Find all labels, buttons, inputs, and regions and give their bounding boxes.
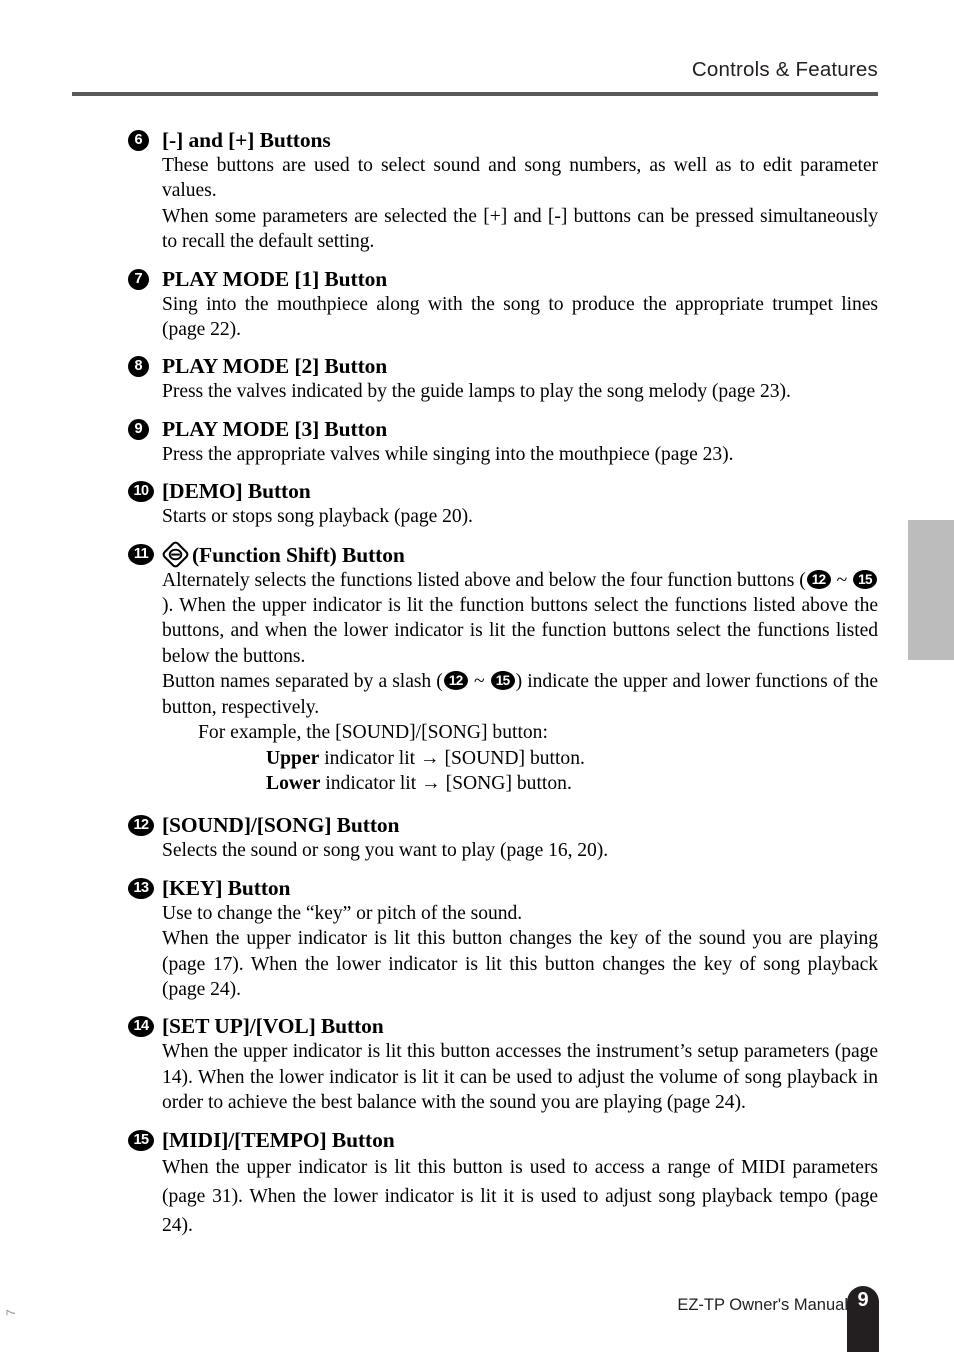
entry-body: Selects the sound or song you want to pl… <box>128 838 878 863</box>
entry-title: [DEMO] Button <box>162 479 311 504</box>
entry-play-mode-1: 7 PLAY MODE [1] Button Sing into the mou… <box>128 266 878 343</box>
entry-body: Starts or stops song playback (page 20). <box>128 504 878 529</box>
entry-title: (Function Shift) Button <box>192 542 405 567</box>
entry-heading: 14 [SET UP]/[VOL] Button <box>128 1013 878 1039</box>
entry-heading: 15 [MIDI]/[TEMPO] Button <box>128 1127 878 1153</box>
entry-paragraph: Starts or stops song playback (page 20). <box>162 506 473 528</box>
inline-number-badge: 15 <box>853 569 877 589</box>
example-lower-text: indicator lit → [SONG] button. <box>320 772 572 794</box>
entry-title: [MIDI]/[TEMPO] Button <box>162 1127 395 1152</box>
entry-body: Press the appropriate valves while singi… <box>128 442 878 467</box>
entry-paragraph: These buttons are used to select sound a… <box>162 155 878 202</box>
para-text: ~ <box>831 569 852 591</box>
entry-play-mode-3: 9 PLAY MODE [3] Button Press the appropr… <box>128 416 878 467</box>
entry-demo-button: 10 [DEMO] Button Starts or stops song pl… <box>128 478 878 529</box>
example-lower-label: Lower <box>266 772 321 794</box>
entry-paragraph: Press the appropriate valves while singi… <box>162 443 734 465</box>
inline-number-badge: 12 <box>806 569 831 589</box>
entry-paragraph: When the upper indicator is lit this but… <box>162 1041 878 1114</box>
item-number-badge: 14 <box>128 1015 154 1041</box>
entry-body: Use to change the “key” or pitch of the … <box>128 901 878 1003</box>
entry-setup-vol-button: 14 [SET UP]/[VOL] Button When the upper … <box>128 1013 878 1115</box>
page-number-tab: 9 <box>847 1286 879 1352</box>
entry-play-mode-2: 8 PLAY MODE [2] Button Press the valves … <box>128 353 878 404</box>
item-number-badge: 13 <box>128 877 154 903</box>
page-number: 9 <box>857 1289 869 1311</box>
entry-paragraph: Press the valves indicated by the guide … <box>162 381 791 403</box>
page-header: Controls & Features <box>72 58 878 82</box>
header-rule <box>72 92 878 96</box>
item-number-badge: 12 <box>128 814 154 840</box>
inline-number-badge: 12 <box>443 671 468 691</box>
example-upper-line: Upper indicator lit → [SOUND] button. <box>162 746 878 771</box>
entry-sound-song-button: 12 [SOUND]/[SONG] Button Selects the sou… <box>128 812 878 863</box>
para-text: ~ <box>468 671 490 693</box>
entry-paragraph: Use to change the “key” or pitch of the … <box>162 902 523 924</box>
entry-heading: 9 PLAY MODE [3] Button <box>128 416 878 442</box>
item-number-badge: 8 <box>128 355 149 381</box>
example-lower-line: Lower indicator lit → [SONG] button. <box>162 771 878 796</box>
entry-body: Sing into the mouthpiece along with the … <box>128 292 878 343</box>
page-content: 6 [-] and [+] Buttons These buttons are … <box>128 127 878 1251</box>
item-number-badge: 9 <box>128 418 149 444</box>
entry-title: [KEY] Button <box>162 875 291 900</box>
header-title: Controls & Features <box>691 58 878 81</box>
para-text: Alternately selects the functions listed… <box>162 569 806 591</box>
entry-heading: 13 [KEY] Button <box>128 875 878 901</box>
example-intro: For example, the [SOUND]/[SONG] button: <box>198 722 548 744</box>
item-number-badge: 7 <box>128 268 149 294</box>
item-number-badge: 6 <box>128 129 149 155</box>
entry-body: Press the valves indicated by the guide … <box>128 379 878 404</box>
para-text: ). When the upper indicator is lit the f… <box>162 595 878 667</box>
entry-minus-plus-buttons: 6 [-] and [+] Buttons These buttons are … <box>128 127 878 255</box>
entry-title: PLAY MODE [2] Button <box>162 354 388 379</box>
inline-number-badge: 15 <box>490 671 515 691</box>
entry-paragraph: Button names separated by a slash (12 ~ … <box>162 669 878 720</box>
section-thumb-tab <box>908 520 954 660</box>
item-number-badge: 11 <box>128 543 154 569</box>
entry-body: When the upper indicator is lit this but… <box>128 1153 878 1240</box>
entry-title: [-] and [+] Buttons <box>162 128 331 152</box>
example-upper-text: indicator lit → [SOUND] button. <box>319 747 585 769</box>
function-shift-example-block: For example, the [SOUND]/[SONG] button: … <box>128 720 878 796</box>
entry-heading: 12 [SOUND]/[SONG] Button <box>128 812 878 838</box>
entry-paragraph: Sing into the mouthpiece along with the … <box>162 293 878 341</box>
entry-body: These buttons are used to select sound a… <box>128 153 878 255</box>
entry-body: Alternately selects the functions listed… <box>128 568 878 720</box>
manual-page: Controls & Features 6 [-] and [+] Button… <box>0 0 954 1352</box>
entry-heading: 10 [DEMO] Button <box>128 478 878 504</box>
entry-function-shift-button: 11 (Function Shift) Button Alternately s… <box>128 541 878 797</box>
page-footer: EZ-TP Owner's Manual 9 <box>0 1286 954 1352</box>
entry-midi-tempo-button: 15 [MIDI]/[TEMPO] Button When the upper … <box>128 1127 878 1240</box>
entry-title: [SOUND]/[SONG] Button <box>162 813 400 838</box>
entry-heading: 8 PLAY MODE [2] Button <box>128 353 878 379</box>
item-number-badge: 10 <box>128 480 154 506</box>
entry-paragraph: When some parameters are selected the [+… <box>162 205 878 253</box>
entry-heading: 7 PLAY MODE [1] Button <box>128 266 878 292</box>
edge-folio-mark: 7 <box>4 1309 18 1316</box>
entry-paragraph: When the upper indicator is lit this but… <box>162 928 878 1000</box>
example-upper-label: Upper <box>266 747 320 769</box>
entry-body: When the upper indicator is lit this but… <box>128 1039 878 1115</box>
entry-title: PLAY MODE [1] Button <box>162 266 388 291</box>
function-shift-diamond-icon <box>162 541 189 568</box>
entry-paragraph: Alternately selects the functions listed… <box>162 568 878 670</box>
para-text: Button names separated by a slash ( <box>162 671 443 693</box>
entry-heading: 11 (Function Shift) Button <box>128 541 878 568</box>
entry-title: [SET UP]/[VOL] Button <box>162 1014 384 1039</box>
entry-key-button: 13 [KEY] Button Use to change the “key” … <box>128 875 878 1003</box>
entry-heading: 6 [-] and [+] Buttons <box>128 127 878 153</box>
entry-title: PLAY MODE [3] Button <box>162 416 388 441</box>
manual-name: EZ-TP Owner's Manual <box>677 1296 848 1314</box>
entry-paragraph: Selects the sound or song you want to pl… <box>162 840 609 862</box>
entry-paragraph: When the upper indicator is lit this but… <box>162 1156 878 1236</box>
item-number-badge: 15 <box>128 1129 154 1155</box>
